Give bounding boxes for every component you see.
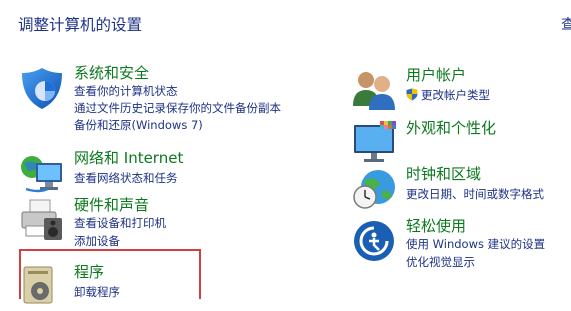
view-devices-printers-link[interactable]: 查看设备和打印机 xyxy=(74,216,166,230)
category-system-security: 系统和安全 查看你的计算机状态 通过文件历史记录保存你的文件备份副本 备份和还原… xyxy=(18,64,281,134)
printer-icon xyxy=(21,199,62,240)
uac-shield-icon xyxy=(406,88,418,101)
clock-region-heading[interactable]: 时钟和区域 xyxy=(406,165,481,183)
users-icon xyxy=(353,72,395,110)
shield-icon xyxy=(22,68,62,109)
ease-of-access-heading[interactable]: 轻松使用 xyxy=(406,217,466,235)
backup-restore-link[interactable]: 备份和还原(Windows 7) xyxy=(74,118,203,132)
appearance-heading[interactable]: 外观和个性化 xyxy=(406,119,496,137)
optimize-visual-display-link[interactable]: 优化视觉显示 xyxy=(406,255,475,269)
view-network-status-link[interactable]: 查看网络状态和任务 xyxy=(74,171,178,185)
selection-highlight xyxy=(19,249,201,299)
add-device-link[interactable]: 添加设备 xyxy=(74,234,120,248)
view-by-label[interactable]: 查 xyxy=(561,14,571,34)
category-user-accounts: 用户帐户 更改帐户类型 xyxy=(350,66,571,110)
ease-of-access-icon xyxy=(354,221,394,261)
category-hardware-sound: 硬件和声音 查看设备和打印机 添加设备 xyxy=(18,196,278,251)
network-internet-heading[interactable]: 网络和 Internet xyxy=(74,149,183,167)
view-computer-status-link[interactable]: 查看你的计算机状态 xyxy=(74,84,178,98)
clock-globe-icon xyxy=(353,170,395,209)
change-account-type-link[interactable]: 更改帐户类型 xyxy=(406,88,490,102)
page-title: 调整计算机的设置 xyxy=(18,16,143,34)
category-ease-of-access: 轻松使用 使用 Windows 建议的设置 优化视觉显示 xyxy=(350,217,571,272)
monitor-icon xyxy=(354,121,396,162)
category-network-internet: 网络和 Internet 查看网络状态和任务 xyxy=(18,149,278,194)
change-account-type-label: 更改帐户类型 xyxy=(421,88,490,102)
system-security-heading[interactable]: 系统和安全 xyxy=(74,64,149,82)
hardware-sound-heading[interactable]: 硬件和声音 xyxy=(74,196,149,214)
user-accounts-heading[interactable]: 用户帐户 xyxy=(406,66,466,84)
change-date-time-format-link[interactable]: 更改日期、时间或数字格式 xyxy=(406,187,544,201)
recommended-settings-link[interactable]: 使用 Windows 建议的设置 xyxy=(406,237,545,251)
network-icon xyxy=(21,156,62,193)
category-appearance: 外观和个性化 xyxy=(350,119,571,164)
category-clock-region: 时钟和区域 更改日期、时间或数字格式 xyxy=(350,165,571,210)
file-history-backup-link[interactable]: 通过文件历史记录保存你的文件备份副本 xyxy=(74,101,281,115)
